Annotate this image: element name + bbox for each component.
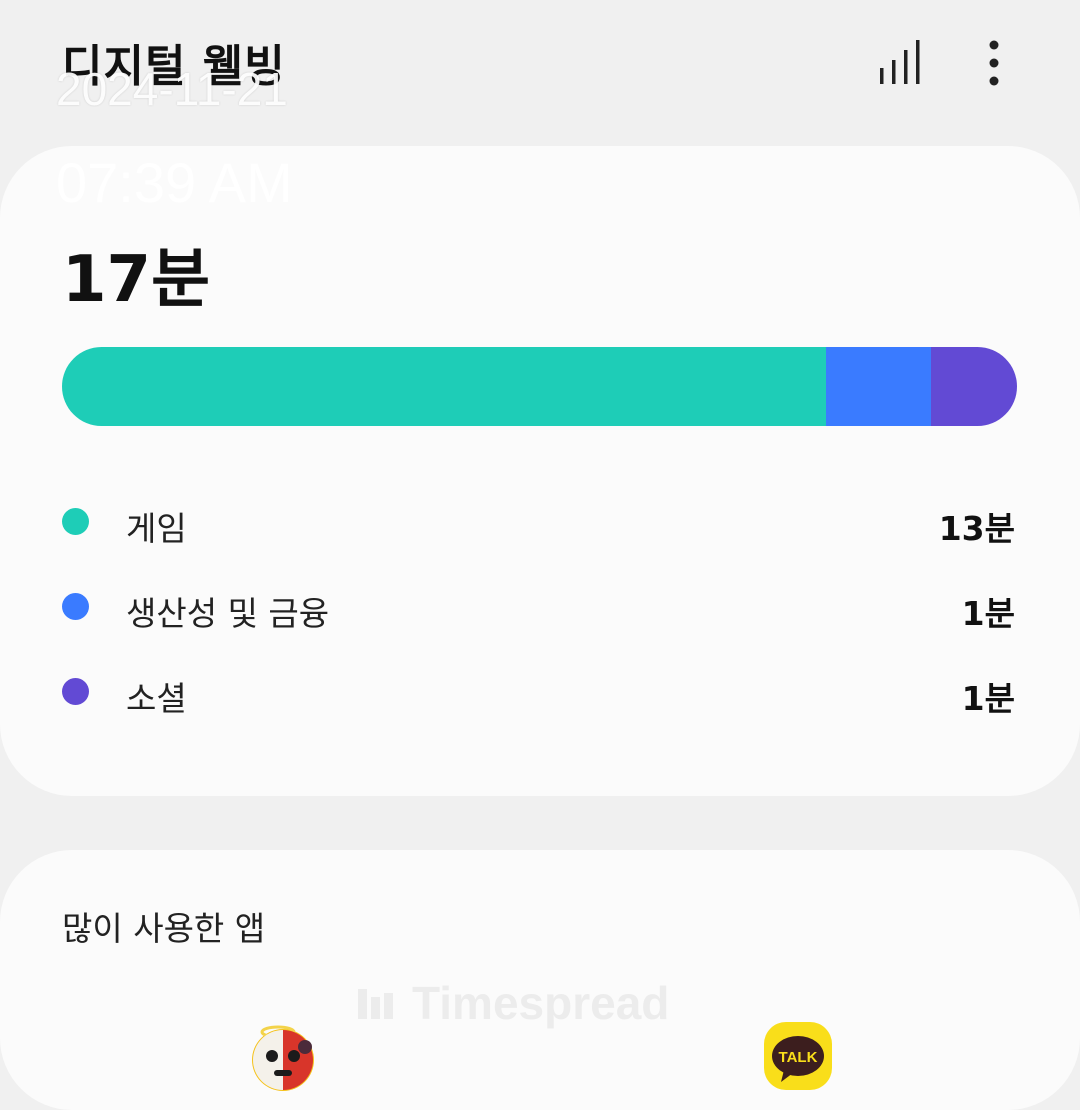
usage-bar-segment-productivity: [826, 347, 932, 426]
legend-dot-social: [62, 678, 89, 705]
timespread-logo-icon: [358, 989, 393, 1019]
category-row-game[interactable]: 게임 13분: [62, 496, 1017, 548]
category-label: 생산성 및 금융: [126, 594, 330, 633]
timestamp-time: 07:39 AM: [56, 151, 293, 214]
more-vertical-icon[interactable]: [980, 38, 1008, 88]
category-row-productivity[interactable]: 생산성 및 금융 1분: [62, 581, 1017, 633]
legend-dot-game: [62, 508, 89, 535]
timestamp-date: 2024-11-21: [56, 63, 288, 115]
category-time: 1분: [961, 594, 1015, 633]
category-row-social[interactable]: 소셜 1분: [62, 666, 1017, 718]
legend-dot-productivity: [62, 593, 89, 620]
category-label: 게임: [126, 509, 187, 548]
usage-summary-card[interactable]: 17분 게임 13분 생산성 및 금융 1분 소셜 1분: [0, 146, 1080, 796]
category-usage-bar: [62, 347, 1017, 426]
total-screen-time: 17분: [62, 243, 210, 317]
usage-bar-segment-game: [62, 347, 826, 426]
category-time: 1분: [961, 679, 1015, 718]
bar-chart-icon[interactable]: [878, 38, 924, 86]
category-time: 13분: [938, 509, 1015, 548]
game-character-app-icon[interactable]: [248, 1022, 318, 1092]
kakaotalk-badge-text: TALK: [779, 1049, 818, 1066]
most-used-apps-card: 많이 사용한 앱 Timespread TALK: [0, 850, 1080, 1110]
watermark-text: Timespread: [412, 977, 670, 1029]
most-used-apps-heading: 많이 사용한 앱: [62, 909, 266, 948]
category-label: 소셜: [126, 679, 187, 718]
usage-bar-segment-social: [931, 347, 1017, 426]
timespread-watermark: Timespread: [356, 976, 669, 1030]
